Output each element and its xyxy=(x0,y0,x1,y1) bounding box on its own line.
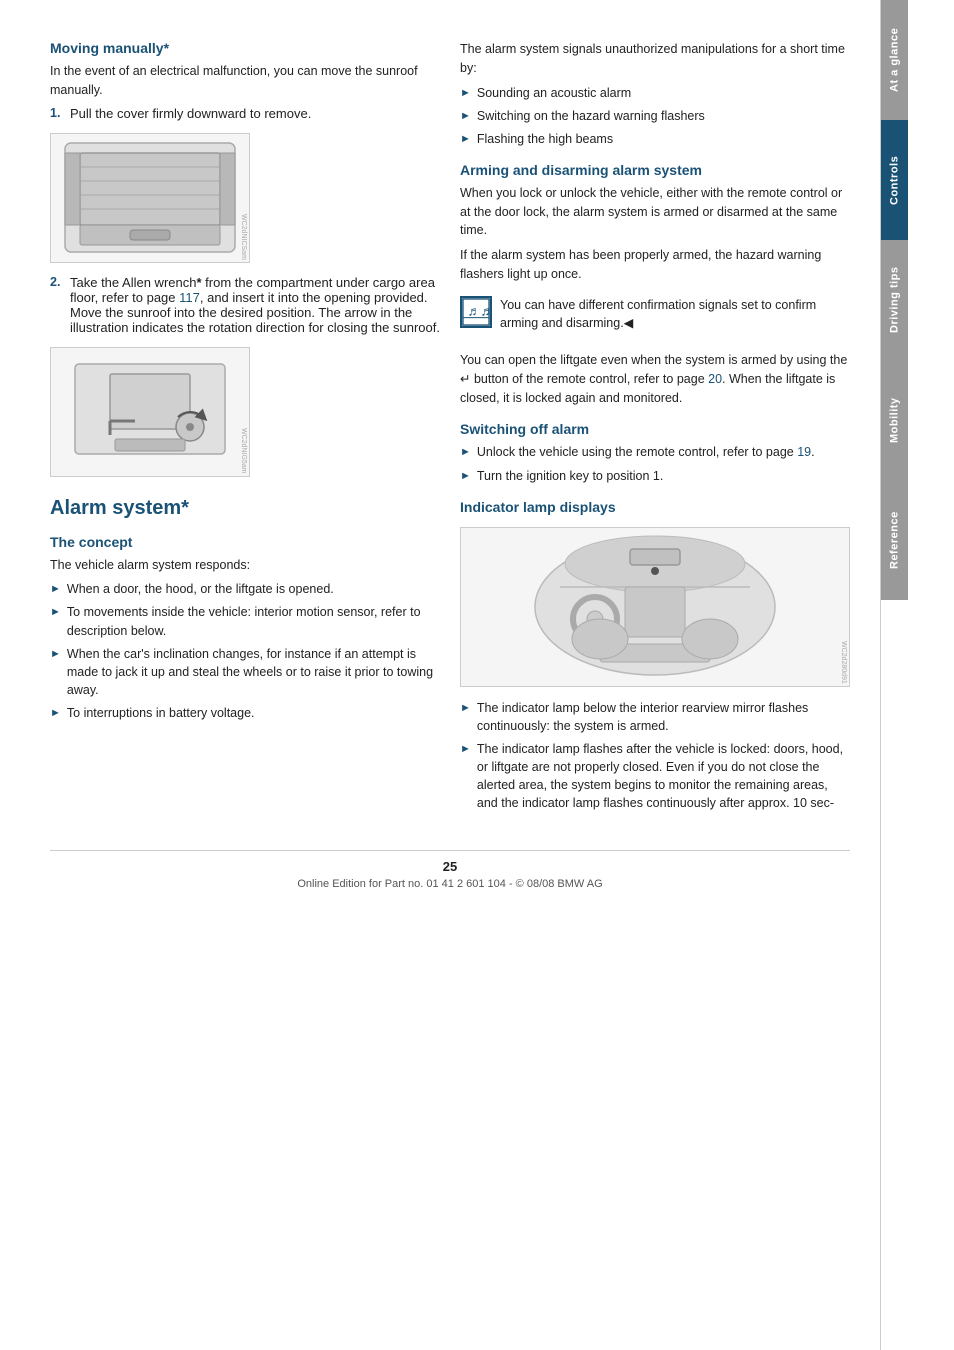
list-item: ► Switching on the hazard warning flashe… xyxy=(460,107,850,125)
bullet-text: Unlock the vehicle using the remote cont… xyxy=(477,443,815,461)
list-item: ► Turn the ignition key to position 1. xyxy=(460,467,850,485)
switching-off-list: ► Unlock the vehicle using the remote co… xyxy=(460,443,850,484)
bullet-text: To interruptions in battery voltage. xyxy=(67,704,255,722)
bullet-text: To movements inside the vehicle: interio… xyxy=(67,603,440,639)
list-item: ► When a door, the hood, or the liftgate… xyxy=(50,580,440,598)
indicator-image: WC2d280d91 xyxy=(460,527,850,687)
note-box: ♬♬ You can have different confirmation s… xyxy=(460,292,850,344)
page-ref-117[interactable]: 117 xyxy=(179,290,200,305)
step1-text: Pull the cover firmly downward to remove… xyxy=(70,106,311,121)
bullet-arrow-icon: ► xyxy=(50,647,61,663)
bullet-arrow-icon: ► xyxy=(460,469,471,485)
image2-watermark: WC2dNIG5am xyxy=(240,428,247,474)
bullet-arrow-icon: ► xyxy=(50,582,61,598)
sunroof-diagram-1-svg xyxy=(55,135,245,260)
sidebar-tabs: At a glance Controls Driving tips Mobili… xyxy=(880,0,908,1350)
page-number: 25 xyxy=(50,859,850,874)
main-content: Moving manually* In the event of an elec… xyxy=(0,0,880,1350)
bullet-arrow-icon: ► xyxy=(460,742,471,758)
concept-intro: The vehicle alarm system responds: xyxy=(50,556,440,575)
bullet-arrow-icon: ► xyxy=(460,701,471,717)
page-ref-20[interactable]: 20 xyxy=(708,372,722,386)
left-column: Moving manually* In the event of an elec… xyxy=(50,40,440,820)
sunroof-image-2: WC2dNIG5am xyxy=(50,347,250,477)
sidebar-tab-mobility[interactable]: Mobility xyxy=(881,360,908,480)
bullet-arrow-icon: ► xyxy=(460,86,471,102)
bullet-text: When a door, the hood, or the liftgate i… xyxy=(67,580,334,598)
liftgate-text: You can open the liftgate even when the … xyxy=(460,351,850,407)
sunroof-diagram-2-svg xyxy=(55,349,245,474)
bullet-arrow-icon: ► xyxy=(460,109,471,125)
bullet-text: Flashing the high beams xyxy=(477,130,613,148)
sidebar-tab-controls[interactable]: Controls xyxy=(881,120,908,240)
step2-text: Take the Allen wrench* from the compartm… xyxy=(70,275,440,335)
confirmation-icon-svg: ♬♬ xyxy=(462,297,490,327)
step1: 1. Pull the cover firmly downward to rem… xyxy=(50,106,440,121)
alarm-signals-list: ► Sounding an acoustic alarm ► Switching… xyxy=(460,84,850,148)
indicator-diagram-svg xyxy=(520,529,790,684)
arming-heading: Arming and disarming alarm system xyxy=(460,162,850,178)
sunroof-image-1: WC2dNICSam xyxy=(50,133,250,263)
arming-text2: If the alarm system has been properly ar… xyxy=(460,246,850,284)
list-item: ► The indicator lamp flashes after the v… xyxy=(460,740,850,813)
list-item: ► Flashing the high beams xyxy=(460,130,850,148)
alarm-signals-intro: The alarm system signals unauthorized ma… xyxy=(460,40,850,78)
switching-off-heading: Switching off alarm xyxy=(460,421,850,437)
tab-label: Mobility xyxy=(889,397,901,443)
list-item: ► Unlock the vehicle using the remote co… xyxy=(460,443,850,461)
sidebar-tab-driving-tips[interactable]: Driving tips xyxy=(881,240,908,360)
note-icon: ♬♬ xyxy=(460,296,492,328)
list-item: ► When the car's inclination changes, fo… xyxy=(50,645,440,699)
indicator-list: ► The indicator lamp below the interior … xyxy=(460,699,850,813)
footer-text: Online Edition for Part no. 01 41 2 601 … xyxy=(297,878,602,890)
bullet-text: Sounding an acoustic alarm xyxy=(477,84,631,102)
alarm-system-heading: Alarm system* xyxy=(50,497,440,520)
alarm-concept-list: ► When a door, the hood, or the liftgate… xyxy=(50,580,440,722)
moving-manually-heading: Moving manually* xyxy=(50,40,440,56)
bullet-arrow-icon: ► xyxy=(50,706,61,722)
list-item: ► The indicator lamp below the interior … xyxy=(460,699,850,735)
step2: 2. Take the Allen wrench* from the compa… xyxy=(50,275,440,335)
step2-number: 2. xyxy=(50,275,64,335)
step1-number: 1. xyxy=(50,106,64,121)
sidebar-tab-reference[interactable]: Reference xyxy=(881,480,908,600)
bullet-arrow-icon: ► xyxy=(50,605,61,621)
tab-label: Reference xyxy=(889,511,901,569)
arming-text: When you lock or unlock the vehicle, eit… xyxy=(460,184,850,240)
page-ref-19[interactable]: 19 xyxy=(797,445,811,459)
concept-heading: The concept xyxy=(50,534,440,550)
tab-label: At a glance xyxy=(889,28,901,92)
bullet-text: The indicator lamp flashes after the veh… xyxy=(477,740,850,813)
note-text: You can have different confirmation sign… xyxy=(500,296,850,334)
list-item: ► To movements inside the vehicle: inter… xyxy=(50,603,440,639)
indicator-heading: Indicator lamp displays xyxy=(460,499,850,515)
bullet-arrow-icon: ► xyxy=(460,132,471,148)
list-item: ► Sounding an acoustic alarm xyxy=(460,84,850,102)
indicator-watermark: WC2d280d91 xyxy=(840,641,847,684)
image1-watermark: WC2dNICSam xyxy=(240,214,247,260)
sidebar-tab-at-a-glance[interactable]: At a glance xyxy=(881,0,908,120)
svg-text:♬♬: ♬♬ xyxy=(468,303,490,318)
moving-manually-intro: In the event of an electrical malfunctio… xyxy=(50,62,440,100)
bullet-text: Switching on the hazard warning flashers xyxy=(477,107,705,125)
bullet-arrow-icon: ► xyxy=(460,445,471,461)
bullet-text: Turn the ignition key to position 1. xyxy=(477,467,663,485)
bullet-text: The indicator lamp below the interior re… xyxy=(477,699,850,735)
list-item: ► To interruptions in battery voltage. xyxy=(50,704,440,722)
page-footer: 25 Online Edition for Part no. 01 41 2 6… xyxy=(50,850,850,890)
tab-label: Controls xyxy=(889,155,901,204)
tab-label: Driving tips xyxy=(889,267,901,334)
right-column: The alarm system signals unauthorized ma… xyxy=(460,40,850,820)
bullet-text: When the car's inclination changes, for … xyxy=(67,645,440,699)
